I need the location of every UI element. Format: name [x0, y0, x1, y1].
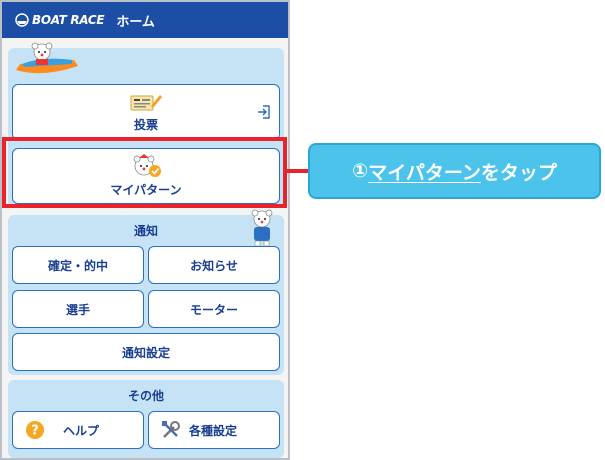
mascot-waving-icon: [251, 209, 273, 247]
confirm-hit-label: 確定・的中: [47, 258, 108, 273]
app-header: BOAT RACE ホーム: [2, 2, 288, 38]
help-icon: ?: [26, 421, 44, 439]
news-label: お知らせ: [190, 258, 238, 273]
page-title: ホーム: [116, 14, 155, 30]
notification-settings-label: 通知設定: [121, 345, 170, 360]
login-arrow-icon: [258, 105, 270, 119]
motor-button[interactable]: モーター: [148, 290, 280, 328]
mypattern-highlight-frame: [2, 137, 287, 208]
app-screen: BOAT RACE ホーム 投票 マイパターン 通知 確定・的中 お知らせ 選手…: [0, 0, 290, 460]
racer-label: 選手: [65, 302, 90, 317]
help-button[interactable]: ? ヘルプ: [12, 411, 144, 449]
vote-label: 投票: [133, 117, 158, 132]
vote-button[interactable]: 投票: [12, 84, 280, 140]
confirm-hit-button[interactable]: 確定・的中: [12, 246, 144, 284]
other-panel: その他 ? ヘルプ 各種設定: [8, 380, 284, 458]
callout-suffix: をタップ: [480, 161, 557, 184]
callout-emphasis: マイパターン: [368, 161, 481, 184]
boatrace-logo[interactable]: BOAT RACE: [14, 13, 105, 27]
instruction-callout: ① マイパターン をタップ: [308, 143, 601, 199]
settings-label: 各種設定: [189, 423, 238, 438]
callout-connector: [287, 169, 308, 173]
betting-ticket-icon: [130, 94, 162, 110]
svg-text:?: ?: [31, 424, 39, 439]
boat-mascot-icon: [16, 42, 78, 74]
help-label: ヘルプ: [63, 423, 100, 438]
logo-text: BOAT RACE: [32, 13, 105, 27]
other-title: その他: [127, 389, 164, 403]
racer-button[interactable]: 選手: [12, 290, 144, 328]
boat-logo-icon: [15, 13, 29, 27]
callout-step-number: ①: [352, 160, 369, 182]
notification-panel: 通知 確定・的中 お知らせ 選手 モーター 通知設定: [8, 209, 284, 375]
notification-title: 通知: [133, 224, 158, 238]
motor-label: モーター: [189, 302, 238, 317]
tools-icon: [162, 421, 180, 438]
notification-settings-button[interactable]: 通知設定: [12, 333, 280, 371]
news-button[interactable]: お知らせ: [148, 246, 280, 284]
settings-button[interactable]: 各種設定: [148, 411, 280, 449]
